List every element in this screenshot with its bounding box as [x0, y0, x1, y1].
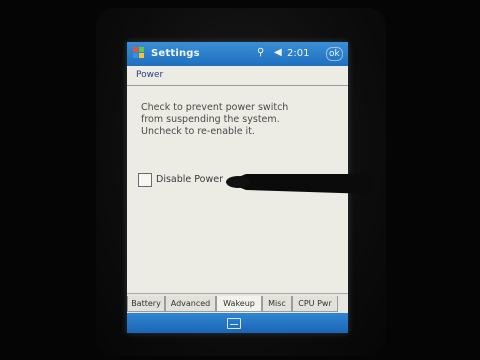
start-flag-icon[interactable]	[131, 45, 147, 61]
ok-button[interactable]: ok	[326, 47, 343, 61]
tab-strip: Battery Advanced Wakeup Misc CPU Pwr	[127, 293, 348, 314]
tab-cpu-pwr[interactable]: CPU Pwr	[292, 296, 338, 312]
menu-bar	[127, 313, 348, 333]
signal-icon[interactable]: ⚲	[257, 47, 264, 58]
tab-battery[interactable]: Battery	[127, 296, 165, 312]
disable-power-checkbox[interactable]	[138, 173, 152, 187]
header-divider	[127, 85, 348, 86]
section-header: Power	[127, 66, 348, 84]
disable-power-label[interactable]: Disable Power	[156, 174, 223, 185]
clock-time[interactable]: 2:01	[287, 48, 309, 59]
tab-wakeup[interactable]: Wakeup	[216, 296, 262, 312]
tab-misc[interactable]: Misc	[262, 296, 292, 312]
title-bar: Settings ⚲ ◀ 2:01 ok	[127, 42, 348, 66]
tab-advanced[interactable]: Advanced	[165, 296, 216, 312]
description-line: from suspending the system.	[141, 114, 280, 125]
description-line: Uncheck to re-enable it.	[141, 126, 255, 137]
description-text: Check to prevent power switch from suspe…	[141, 102, 341, 138]
volume-icon[interactable]: ◀	[274, 47, 282, 58]
description-line: Check to prevent power switch	[141, 102, 289, 113]
section-header-label: Power	[136, 70, 164, 80]
keyboard-icon[interactable]	[227, 318, 241, 329]
window-title: Settings	[151, 48, 200, 59]
device-screen: Settings ⚲ ◀ 2:01 ok Power Check to prev…	[127, 42, 348, 333]
